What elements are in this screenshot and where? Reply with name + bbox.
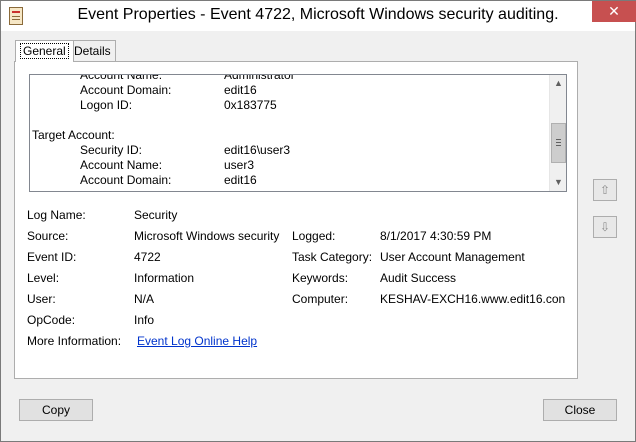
description-key: Account Name: (80, 74, 163, 82)
opcode-value[interactable]: Info (134, 312, 154, 328)
user-value[interactable]: N/A (134, 291, 154, 307)
close-button[interactable]: Close (543, 399, 617, 421)
computer-label: Computer: (292, 292, 349, 306)
tab-details[interactable]: Details (69, 40, 116, 61)
level-label: Level: (27, 271, 60, 285)
scroll-up-arrow-icon[interactable]: ▲ (550, 75, 566, 92)
user-label: User: (27, 292, 56, 306)
tab-details-label: Details (74, 44, 111, 58)
description-line: Account Name: user3 (32, 158, 547, 173)
description-line: Account Domain: edit16 (32, 173, 547, 188)
level-value[interactable]: Information (134, 270, 194, 286)
computer-value[interactable]: KESHAV-EXCH16.www.edit16.con (380, 291, 565, 307)
scrollbar-thumb[interactable] (551, 123, 566, 163)
event-id-value[interactable]: 4722 (134, 249, 161, 265)
copy-button[interactable]: Copy (19, 399, 93, 421)
log-name-value[interactable]: Security (134, 207, 177, 223)
description-section-header: Target Account: (32, 128, 115, 142)
task-category-label: Task Category: (292, 250, 373, 264)
description-line: Security ID: edit16\user3 (32, 143, 547, 158)
description-line: Account Domain: edit16 (32, 83, 547, 98)
log-name-label: Log Name: (27, 208, 86, 222)
arrow-up-icon: ⇧ (599, 183, 611, 197)
scroll-down-arrow-icon[interactable]: ▼ (550, 174, 566, 191)
description-line: Account Name: Administrator (32, 74, 547, 83)
description-value: edit16 (224, 173, 257, 187)
next-event-button[interactable]: ⇩ (593, 216, 617, 238)
description-key: Security ID: (80, 143, 143, 157)
description-value: edit16\user3 (224, 143, 291, 157)
close-window-button[interactable]: ✕ (592, 1, 636, 22)
description-value: edit16 (224, 83, 257, 97)
description-scrollbar[interactable]: ▲ ▼ (549, 75, 566, 191)
logged-value[interactable]: 8/1/2017 4:30:59 PM (380, 228, 491, 244)
description-key: Account Name: (80, 158, 163, 172)
event-description-box[interactable]: Account Name: Administrator Account Doma… (29, 74, 567, 192)
general-tab-panel: Account Name: Administrator Account Doma… (14, 61, 578, 379)
description-line: Target Account: (32, 128, 547, 143)
task-category-value[interactable]: User Account Management (380, 249, 525, 265)
description-value: user3 (224, 158, 255, 172)
description-blank-line (32, 113, 547, 128)
tab-general-label: General (20, 43, 69, 59)
description-value: Administrator (224, 74, 295, 82)
event-log-online-help-link[interactable]: Event Log Online Help (137, 333, 257, 349)
window-title: Event Properties - Event 4722, Microsoft… (77, 6, 559, 23)
source-label: Source: (27, 229, 69, 243)
keywords-value[interactable]: Audit Success (380, 270, 456, 286)
description-key: Account Domain: (80, 83, 172, 97)
logged-label: Logged: (292, 229, 336, 243)
description-key: Account Domain: (80, 173, 172, 187)
opcode-label: OpCode: (27, 313, 76, 327)
event-properties-window: Event Properties - Event 4722, Microsoft… (0, 0, 636, 442)
previous-event-button[interactable]: ⇧ (593, 179, 617, 201)
keywords-label: Keywords: (292, 271, 349, 285)
description-key: Logon ID: (80, 98, 133, 112)
more-information-label: More Information: (27, 334, 122, 348)
arrow-down-icon: ⇩ (599, 220, 611, 234)
description-value: 0x183775 (224, 98, 277, 112)
title-bar[interactable]: Event Properties - Event 4722, Microsoft… (1, 1, 636, 31)
source-value[interactable]: Microsoft Windows security (134, 228, 279, 244)
event-description-text: Account Name: Administrator Account Doma… (32, 74, 547, 188)
event-id-label: Event ID: (27, 250, 77, 264)
tab-general[interactable]: General (15, 40, 74, 62)
description-line: Logon ID: 0x183775 (32, 98, 547, 113)
